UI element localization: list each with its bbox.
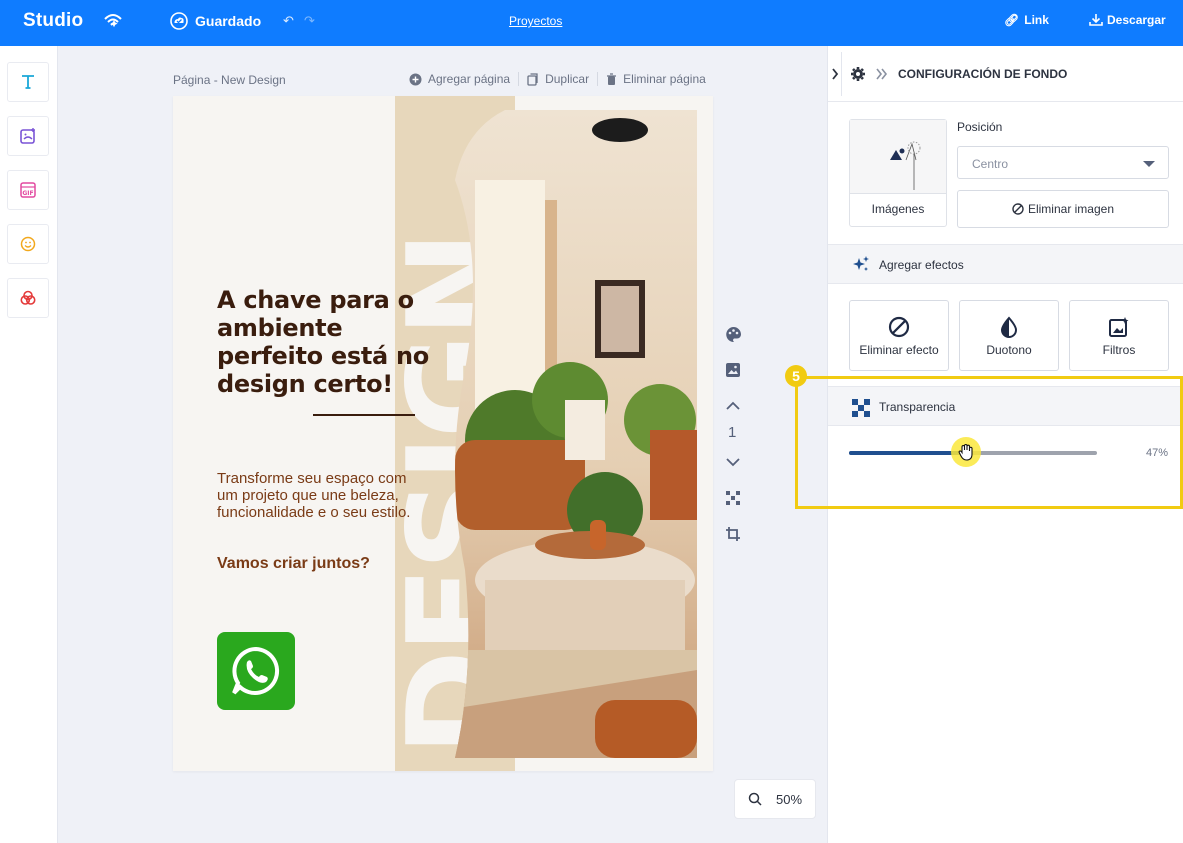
saved-status: Guardado [195, 13, 262, 29]
zoom-control[interactable]: 50% [734, 779, 816, 819]
headline-underline [313, 414, 415, 416]
smiley-icon [20, 236, 36, 252]
filters-button[interactable]: Filtros [1069, 300, 1169, 371]
panel-title: CONFIGURACIÓN DE FONDO [898, 67, 1068, 81]
page-number: 1 [728, 424, 737, 441]
remove-effect-button[interactable]: Eliminar efecto [849, 300, 949, 371]
design-body-text[interactable]: Transforme seu espaço com um projeto que… [217, 470, 427, 521]
copy-icon [527, 72, 538, 86]
tree-thumbnail-image [890, 141, 921, 190]
duotone-label: Duotono [986, 343, 1032, 357]
effects-section-header: Agregar efectos [828, 244, 1183, 284]
download-label: Descargar [1107, 13, 1166, 27]
remove-image-button[interactable]: Eliminar imagen [957, 190, 1169, 228]
remove-effect-label: Eliminar efecto [859, 343, 939, 357]
no-entry-icon [888, 316, 910, 338]
panel-header: CONFIGURACIÓN DE FONDO [828, 46, 1183, 102]
caret-down-icon [1143, 161, 1155, 167]
redo-icon[interactable]: ↷ [304, 13, 315, 29]
chevron-right-icon [831, 68, 838, 80]
step-badge: 5 [785, 365, 807, 387]
crop-glyph [726, 527, 740, 541]
divider [518, 72, 520, 86]
images-button[interactable]: Imágenes [849, 119, 947, 227]
tool-rail: GIF [0, 46, 58, 843]
page-down-icon[interactable] [723, 452, 743, 472]
checker-icon [726, 491, 740, 505]
projects-link[interactable]: Proyectos [509, 14, 562, 28]
fx-icon-wrap [960, 316, 1058, 338]
duotone-button[interactable]: Duotono [959, 300, 1059, 371]
duplicate-label: Duplicar [545, 72, 590, 86]
living-room-photo [455, 110, 697, 758]
page-up-icon[interactable] [723, 396, 743, 416]
text-icon [22, 75, 34, 89]
gear-icon [851, 67, 865, 81]
crop-icon[interactable] [723, 524, 743, 544]
whatsapp-logo[interactable] [217, 632, 295, 710]
search-icon [748, 792, 762, 806]
palette-icon[interactable] [723, 324, 743, 344]
collapse-panel-button[interactable] [828, 52, 842, 96]
download-icon [1089, 14, 1103, 26]
divider [597, 72, 599, 86]
add-page-label: Agregar página [428, 72, 511, 86]
delete-page-label: Eliminar página [623, 72, 706, 86]
gif-icon: GIF [20, 182, 36, 198]
image-sparkle-icon [1109, 317, 1129, 337]
filters-label: Filtros [1102, 343, 1136, 357]
delete-page-button[interactable]: Eliminar página [606, 72, 706, 86]
cloud-check-icon [170, 12, 188, 30]
design-headline[interactable]: A chave para o ambiente perfeito está no… [217, 286, 437, 398]
position-select[interactable]: Centro [957, 146, 1169, 179]
add-page-button[interactable]: Agregar página [409, 72, 510, 86]
sparkles-icon [853, 256, 869, 271]
transparency-tool-icon[interactable] [723, 488, 743, 508]
emoji-tool-button[interactable] [7, 224, 49, 264]
chevron-up-icon [726, 401, 740, 410]
design-canvas[interactable]: DESIGN A chave para o ambiente perfeito … [173, 96, 713, 771]
download-button[interactable]: Descargar [1089, 13, 1166, 27]
page-title: Página - New Design [173, 73, 286, 87]
image-icon[interactable] [723, 360, 743, 380]
link-button[interactable]: 🔗︎ Link [1004, 13, 1049, 27]
no-entry-icon [1012, 203, 1024, 215]
highlight-box [795, 376, 1183, 509]
shapes-tool-button[interactable] [7, 278, 49, 318]
half-drop-icon [1000, 316, 1018, 338]
page-actions: Agregar página Duplicar Eliminar página [409, 72, 706, 86]
link-icon: 🔗︎ [1004, 13, 1020, 27]
brand-logo[interactable]: Studio [23, 10, 83, 32]
trash-icon [607, 72, 617, 85]
image-tool-button[interactable] [7, 116, 49, 156]
gif-tool-button[interactable]: GIF [7, 170, 49, 210]
duplicate-button[interactable]: Duplicar [527, 72, 589, 86]
design-cta-text[interactable]: Vamos criar juntos? [217, 555, 370, 573]
remove-image-label: Eliminar imagen [1027, 202, 1115, 216]
zoom-level: 50% [775, 791, 803, 807]
svg-text:GIF: GIF [22, 190, 33, 197]
whatsapp-icon [232, 646, 280, 695]
fx-icon-wrap [1070, 316, 1168, 338]
top-bar: Studio Guardado ↶ ↷ Proyectos 🔗︎ Link De… [0, 0, 1183, 46]
palette-glyph [725, 326, 741, 342]
plus-circle-icon [409, 73, 422, 85]
circles-icon [20, 290, 36, 305]
position-label: Posición [957, 120, 1003, 134]
fx-icon-wrap [850, 316, 948, 338]
image-add-icon [20, 128, 35, 144]
image-glyph [726, 363, 740, 377]
background-thumbnail [850, 120, 946, 194]
position-value: Centro [972, 157, 1009, 171]
text-tool-button[interactable] [7, 62, 49, 102]
chevron-down-icon [726, 458, 740, 467]
undo-icon[interactable]: ↶ [283, 13, 294, 29]
double-chevron-icon [876, 68, 888, 80]
wifi-sparkle-icon [104, 14, 122, 28]
effects-header-label: Agregar efectos [879, 258, 964, 272]
images-label: Imágenes [871, 202, 925, 216]
link-label: Link [1024, 13, 1049, 27]
